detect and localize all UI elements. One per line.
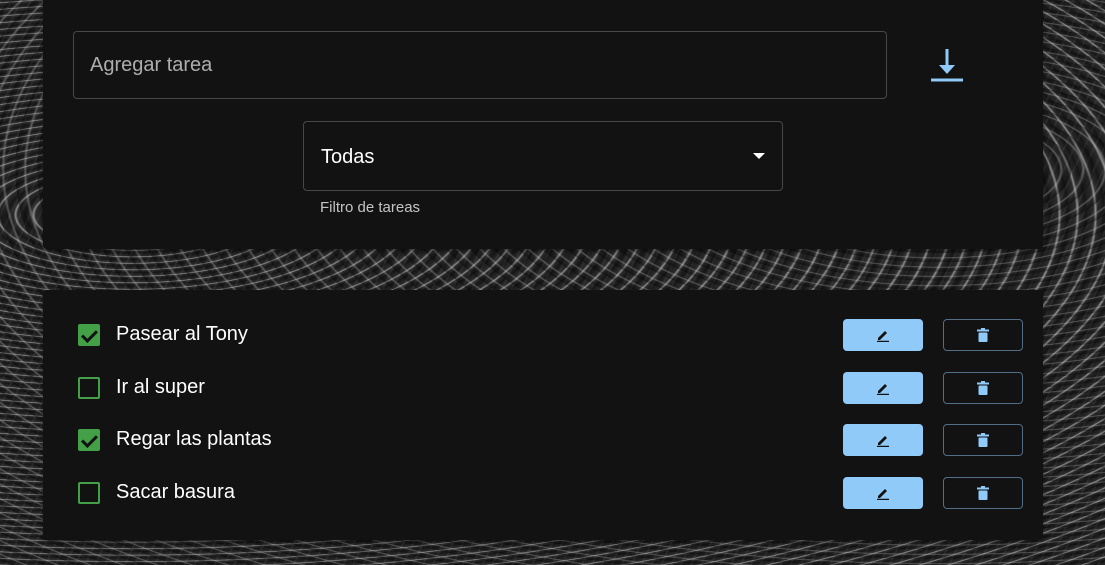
task-row: Regar las plantas [43, 415, 1043, 467]
add-task-field[interactable] [73, 31, 887, 99]
task-label: Regar las plantas [116, 428, 272, 450]
edit-task-button[interactable] [843, 319, 923, 351]
trash-icon [977, 328, 989, 342]
delete-task-button[interactable] [943, 319, 1023, 351]
task-row: Ir al super [43, 363, 1043, 415]
task-checkbox[interactable] [78, 482, 100, 504]
edit-task-button[interactable] [843, 372, 923, 404]
task-label: Sacar basura [116, 481, 235, 503]
task-row: Sacar basura [43, 468, 1043, 520]
pencil-icon [877, 489, 889, 500]
filter-selected-value: Todas [321, 146, 375, 168]
task-filter-select[interactable]: Todas [303, 121, 783, 191]
task-controls-card: Todas Filtro de tareas [43, 0, 1043, 249]
caret-down-icon [753, 153, 765, 159]
trash-icon [977, 433, 989, 447]
task-label: Pasear al Tony [116, 323, 248, 345]
pencil-icon [877, 436, 889, 447]
add-task-input[interactable] [74, 32, 886, 98]
task-label: Ir al super [116, 376, 205, 398]
task-checkbox[interactable] [78, 429, 100, 451]
trash-icon [977, 381, 989, 395]
pencil-icon [877, 331, 889, 342]
trash-icon [977, 486, 989, 500]
download-icon [931, 49, 963, 82]
download-button[interactable] [923, 44, 971, 86]
filter-helper-text: Filtro de tareas [320, 199, 421, 216]
edit-task-button[interactable] [843, 424, 923, 456]
pencil-icon [877, 384, 889, 395]
task-checkbox[interactable] [78, 377, 100, 399]
edit-task-button[interactable] [843, 477, 923, 509]
task-checkbox[interactable] [78, 324, 100, 346]
delete-task-button[interactable] [943, 477, 1023, 509]
delete-task-button[interactable] [943, 424, 1023, 456]
delete-task-button[interactable] [943, 372, 1023, 404]
task-row: Pasear al Tony [43, 310, 1043, 362]
task-list-card: Pasear al Tony Ir al super Regar las pla… [43, 290, 1043, 540]
